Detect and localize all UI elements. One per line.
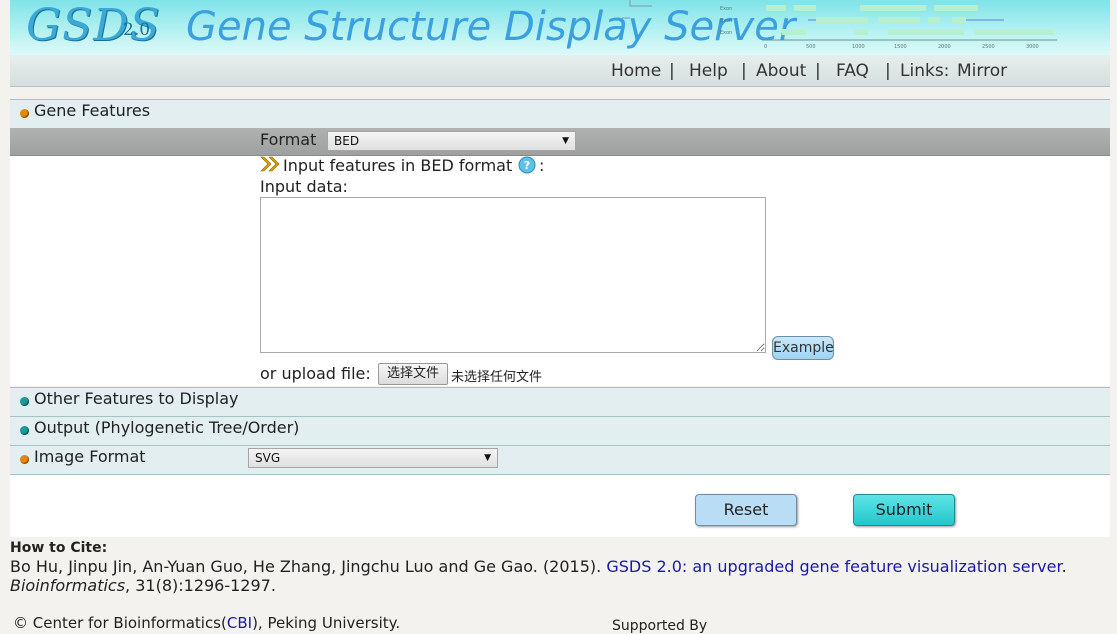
nav-home-link[interactable]: Home [611,61,661,81]
svg-text:1500: 1500 [894,44,907,50]
nav-separator: | [885,61,891,81]
svg-text:?: ? [524,159,530,172]
svg-text:Exon: Exon [720,6,732,12]
image-format-select-value: SVG [255,451,281,465]
orange-dot-icon [20,109,29,118]
svg-text:Exon: Exon [720,30,732,36]
section-gene-features[interactable] [10,99,1110,129]
orange-dot-icon [20,455,29,464]
citation-authors: Bo Hu, Jinpu Jin, An-Yuan Guo, He Zhang,… [10,557,602,576]
question-icon[interactable]: ? [518,156,536,174]
nav-mirror-link[interactable]: Mirror [957,61,1007,81]
format-select-value: BED [334,134,360,148]
double-chevron-icon [260,156,280,172]
input-data-textarea[interactable] [260,197,766,353]
gene-structure-decoration: Exon Exon Exon 0 500 1000 1500 2000 2500 3000 [622,0,1057,50]
dropdown-caret-icon: ▼ [562,136,569,146]
svg-text:0: 0 [764,44,767,50]
cbi-link[interactable]: CBI [227,614,252,632]
nav-separator: | [741,61,747,81]
section-gene-features-label[interactable]: Gene Features [34,101,150,120]
citation-line: Bo Hu, Jinpu Jin, An-Yuan Guo, He Zhang,… [10,557,1067,576]
section-image-format[interactable] [10,445,1110,475]
input-data-label: Input data: [260,177,348,196]
teal-dot-icon [20,426,29,435]
reset-button[interactable]: Reset [695,494,797,526]
no-file-chosen-text: 未选择任何文件 [451,370,543,385]
supported-by-label: Supported By [612,618,708,634]
svg-text:2500: 2500 [982,44,995,50]
citation-paper-link[interactable]: GSDS 2.0: an upgraded gene feature visua… [606,557,1061,576]
image-format-select[interactable]: SVG ▼ [248,448,498,468]
svg-text:Exon: Exon [720,18,732,24]
citation-volume: , 31(8):1296-1297. [125,576,276,595]
example-button[interactable]: Example [772,336,834,360]
section-other-features-label[interactable]: Other Features to Display [34,389,239,408]
svg-text:3000: 3000 [1026,44,1039,50]
input-format-hint: Input features in BED format [283,156,513,175]
section-image-format-label[interactable]: Image Format [34,447,146,466]
format-label: Format [260,130,317,149]
svg-text:500: 500 [806,44,816,50]
citation-journal-line: Bioinformatics, 31(8):1296-1297. [10,576,276,595]
copyright-line: © Center for Bioinformatics(CBI), Peking… [13,614,400,632]
nav-links-label: Links: [900,61,950,81]
teal-dot-icon [20,397,29,406]
nav-separator: | [815,61,821,81]
upload-file-label: or upload file: [260,364,371,383]
submit-button[interactable]: Submit [853,494,955,526]
copyright-suffix: ), Peking University. [252,614,401,632]
svg-text:1000: 1000 [852,44,865,50]
section-output-label[interactable]: Output (Phylogenetic Tree/Order) [34,418,299,437]
citation-heading: How to Cite: [10,540,108,556]
choose-file-button[interactable]: 选择文件 [378,363,448,385]
nav-about-link[interactable]: About [756,61,806,81]
dropdown-caret-icon: ▼ [484,453,491,463]
nav-faq-link[interactable]: FAQ [836,61,869,81]
logo-version: 2.0 [123,20,151,40]
svg-text:2000: 2000 [938,44,951,50]
nav-separator: | [669,61,675,81]
input-hint-colon: : [539,156,545,175]
citation-period: . [1061,557,1067,576]
citation-journal: Bioinformatics [10,576,126,595]
format-select[interactable]: BED ▼ [327,131,576,151]
nav-help-link[interactable]: Help [689,61,728,81]
copyright-prefix: © Center for Bioinformatics( [13,614,227,632]
